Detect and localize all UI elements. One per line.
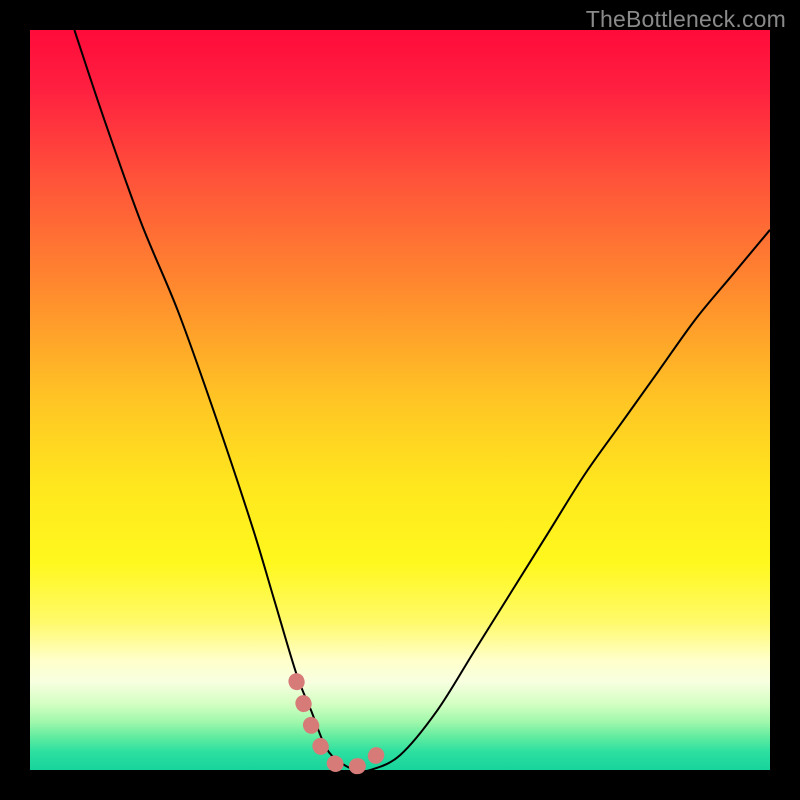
- chart-frame: TheBottleneck.com: [0, 0, 800, 800]
- watermark-label: TheBottleneck.com: [586, 6, 786, 33]
- bottleneck-chart: [0, 0, 800, 800]
- gradient-background: [30, 30, 770, 770]
